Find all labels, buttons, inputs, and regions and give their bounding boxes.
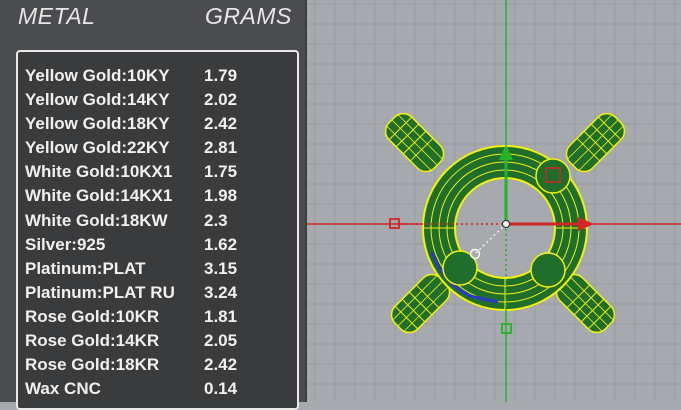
metal-row: White Gold:14KX1 1.98 <box>25 184 295 208</box>
metal-row: Rose Gold:10KR 1.81 <box>25 305 295 329</box>
metal-grams-value: 2.42 <box>204 355 238 375</box>
metal-name: Platinum:PLAT <box>25 258 146 278</box>
metal-name: Yellow Gold:10KY <box>25 66 170 85</box>
metal-row: Platinum:PLAT 3.15 <box>25 257 295 281</box>
metal-row: Rose Gold:14KR 2.05 <box>25 329 295 353</box>
metal-row: White Gold:18KW 2.3 <box>25 209 295 233</box>
metal-grams-value: 1.62 <box>204 234 238 254</box>
metal-weights-table: Yellow Gold:10KY 1.79 Yellow Gold:14KY 2.02… <box>16 50 299 410</box>
gizmo-center[interactable] <box>502 220 510 228</box>
metal-column-header: METAL <box>18 3 96 29</box>
prong-head-bottom-left <box>442 250 478 286</box>
metal-grams-value: 2.3 <box>204 210 228 230</box>
metal-name: Rose Gold:14KR <box>25 331 160 351</box>
metal-row: Yellow Gold:18KY 2.42 <box>25 112 295 136</box>
metal-row: Rose Gold:18KR 2.42 <box>25 353 295 377</box>
metal-weight-panel: METAL GRAMS Yellow Gold:10KY 1.79 Yellow G… <box>0 0 307 410</box>
prong-head-bottom-right <box>530 252 566 288</box>
metal-row: Wax CNC 0.14 <box>25 377 295 401</box>
metal-grams-value: 2.81 <box>204 138 238 158</box>
metal-row: Yellow Gold:14KY 2.02 <box>25 88 295 112</box>
metal-grams-value: 1.81 <box>204 306 238 326</box>
metal-name: Wax CNC <box>25 379 101 399</box>
metal-grams-value: 2.02 <box>204 90 238 110</box>
metal-grams-value: 2.42 <box>204 114 238 134</box>
metal-grams-value: 1.79 <box>204 66 238 85</box>
metal-name: Platinum:PLAT RU <box>25 282 175 302</box>
metal-row: White Gold:10KX1 1.75 <box>25 160 295 184</box>
metal-row: Yellow Gold:22KY 2.81 <box>25 136 295 160</box>
metal-name: Yellow Gold:18KY <box>25 114 170 134</box>
metal-weights-list: Yellow Gold:10KY 1.79 Yellow Gold:14KY 2.02… <box>25 64 295 401</box>
metal-row: Platinum:PLAT RU 3.24 <box>25 281 295 305</box>
metal-name: White Gold:14KX1 <box>25 186 173 206</box>
metal-grams-value: 2.05 <box>204 331 238 351</box>
metal-row: Yellow Gold:10KY 1.79 <box>25 64 295 88</box>
grams-column-header: GRAMS <box>205 3 292 29</box>
metal-name: Yellow Gold:22KY <box>25 138 170 158</box>
metal-grams-value: 1.75 <box>204 162 238 182</box>
metal-name: Rose Gold:10KR <box>25 306 160 326</box>
metal-grams-value: 3.15 <box>204 258 238 278</box>
metal-grams-value: 1.98 <box>204 186 238 206</box>
metal-name: Yellow Gold:14KY <box>25 90 170 110</box>
metal-row: Silver:925 1.62 <box>25 233 295 257</box>
metal-name: Silver:925 <box>25 234 106 254</box>
metal-name: Rose Gold:18KR <box>25 355 160 375</box>
prong-head-top-right <box>535 158 571 194</box>
metal-name: White Gold:10KX1 <box>25 162 173 182</box>
metal-grams-value: 0.14 <box>204 379 238 399</box>
metal-grams-value: 3.24 <box>204 282 238 302</box>
metal-name: White Gold:18KW <box>25 210 168 230</box>
